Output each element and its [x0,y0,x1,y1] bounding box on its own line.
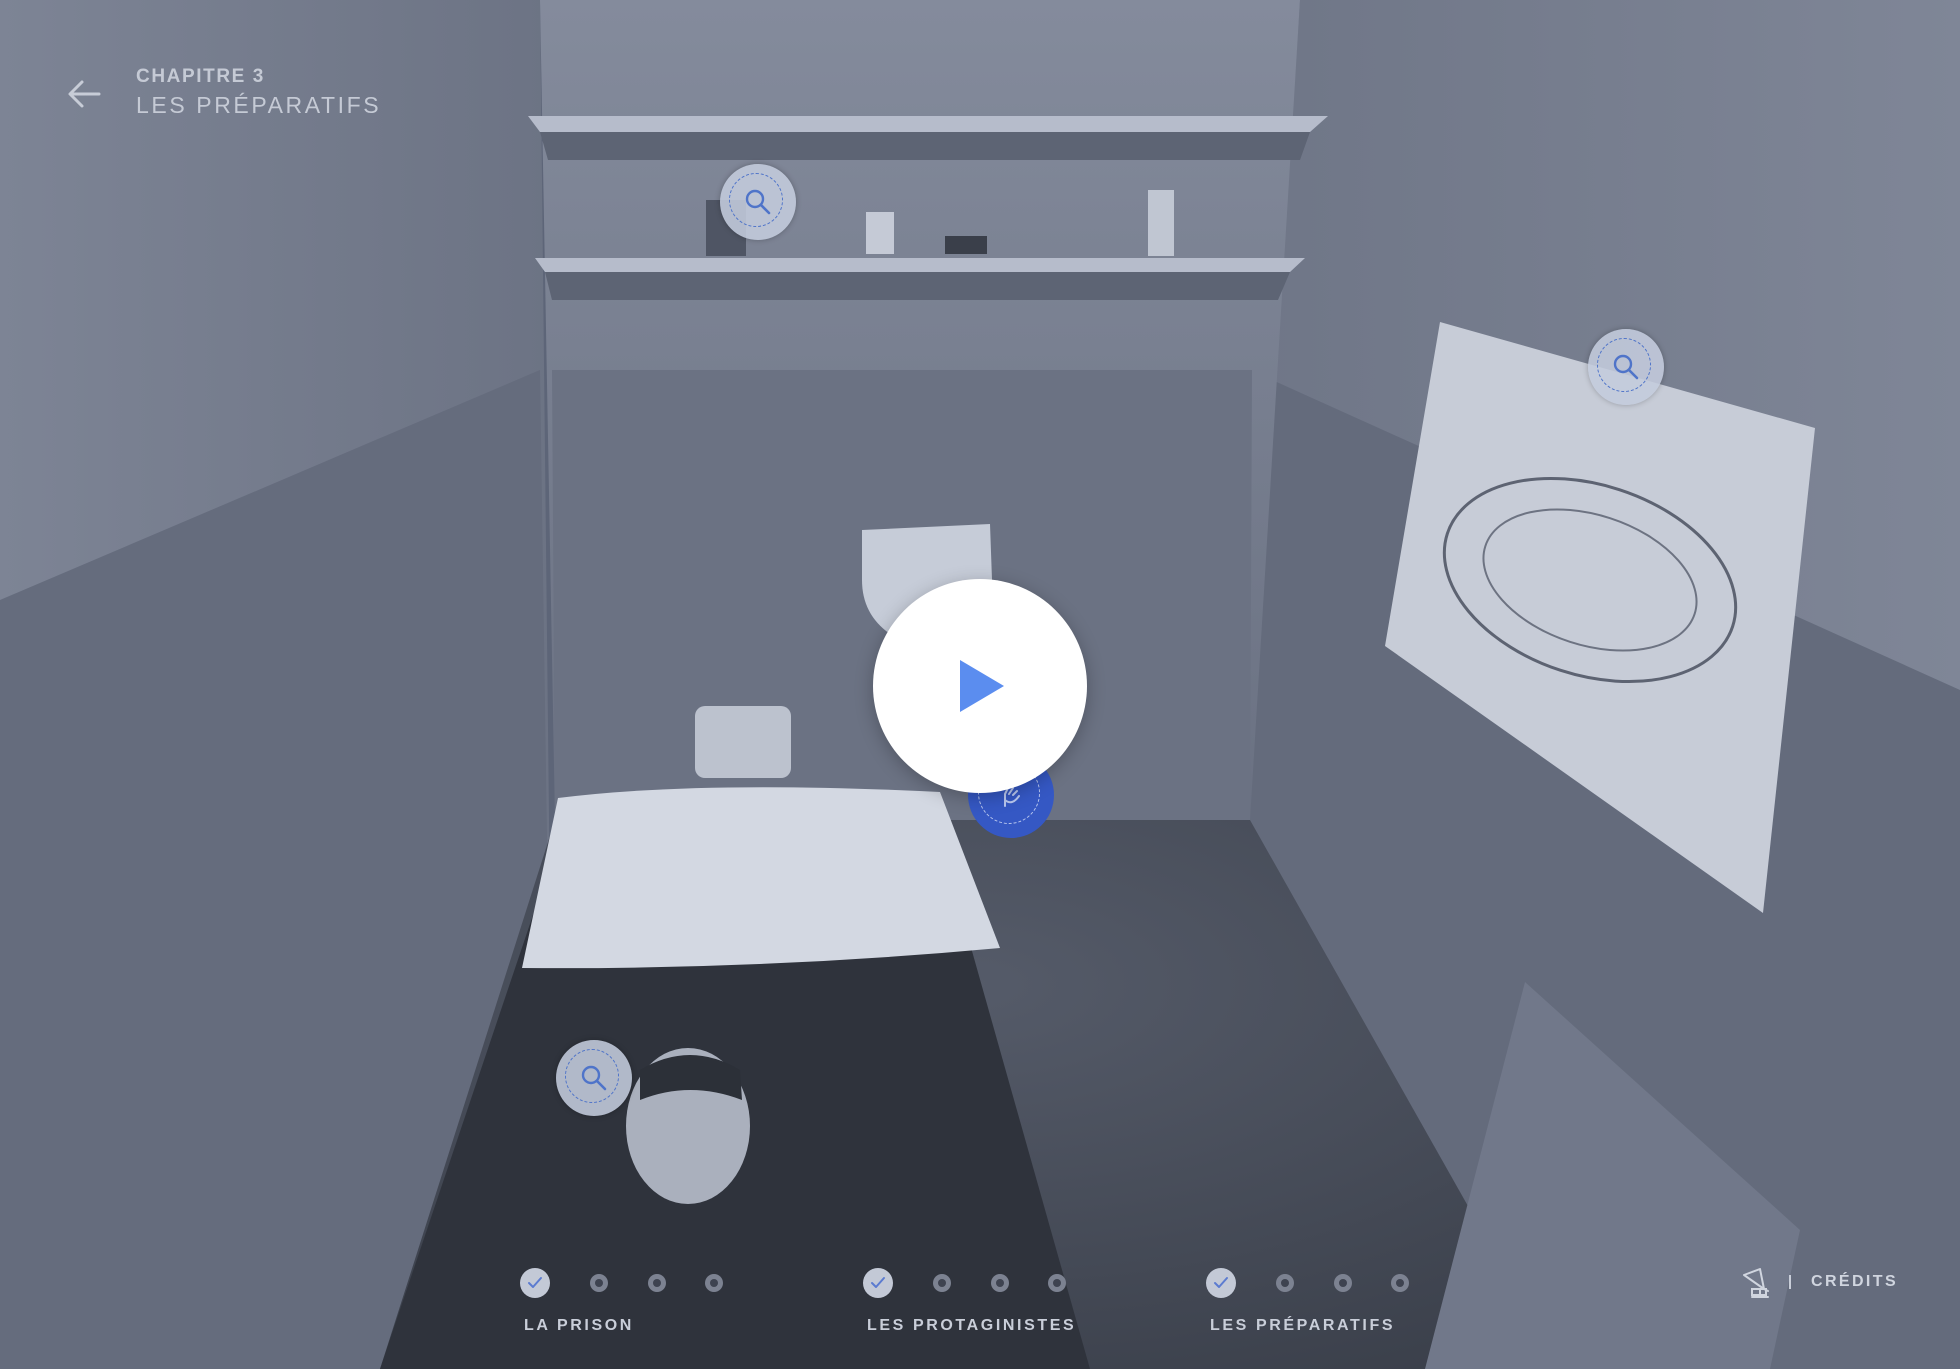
step-dot[interactable] [590,1274,608,1292]
hotspot-ring [565,1049,619,1103]
back-button[interactable] [62,72,106,116]
chapter-name-les-protaginistes[interactable]: LES PROTAGINISTES [867,1317,1076,1335]
chapter-name-la-prison[interactable]: LA PRISON [524,1317,634,1335]
hotspot-ring [1597,338,1651,392]
sound-toggle-button[interactable] [1738,1265,1774,1301]
step-completed-check[interactable] [520,1268,550,1298]
step-dot[interactable] [1276,1274,1294,1292]
step-dot[interactable] [648,1274,666,1292]
play-icon [960,660,1004,712]
step-dot[interactable] [1334,1274,1352,1292]
step-completed-check[interactable] [863,1268,893,1298]
hotspot-wall-map[interactable] [1588,329,1664,405]
step-dot[interactable] [1048,1274,1066,1292]
chapter-title: LES PRÉPARATIFS [136,92,382,118]
step-dot[interactable] [933,1274,951,1292]
step-dot[interactable] [705,1274,723,1292]
hotspot-ring [729,173,783,227]
chapter-name-les-preparatifs[interactable]: LES PRÉPARATIFS [1210,1317,1395,1335]
step-completed-check[interactable] [1206,1268,1236,1298]
check-icon [1214,1277,1228,1288]
hotspot-bed-dummy-head[interactable] [556,1040,632,1116]
credits-link[interactable]: CRÉDITS [1811,1273,1898,1291]
hotspot-shelf-items[interactable] [720,164,796,240]
check-icon [528,1277,542,1288]
gramophone-icon [1743,1268,1769,1298]
chapter-label: CHAPITRE 3 [136,66,265,87]
step-dot[interactable] [991,1274,1009,1292]
footer-separator [1789,1275,1791,1289]
check-icon [871,1277,885,1288]
play-button[interactable] [873,579,1087,793]
arrow-left-icon [68,80,101,108]
step-dot[interactable] [1391,1274,1409,1292]
